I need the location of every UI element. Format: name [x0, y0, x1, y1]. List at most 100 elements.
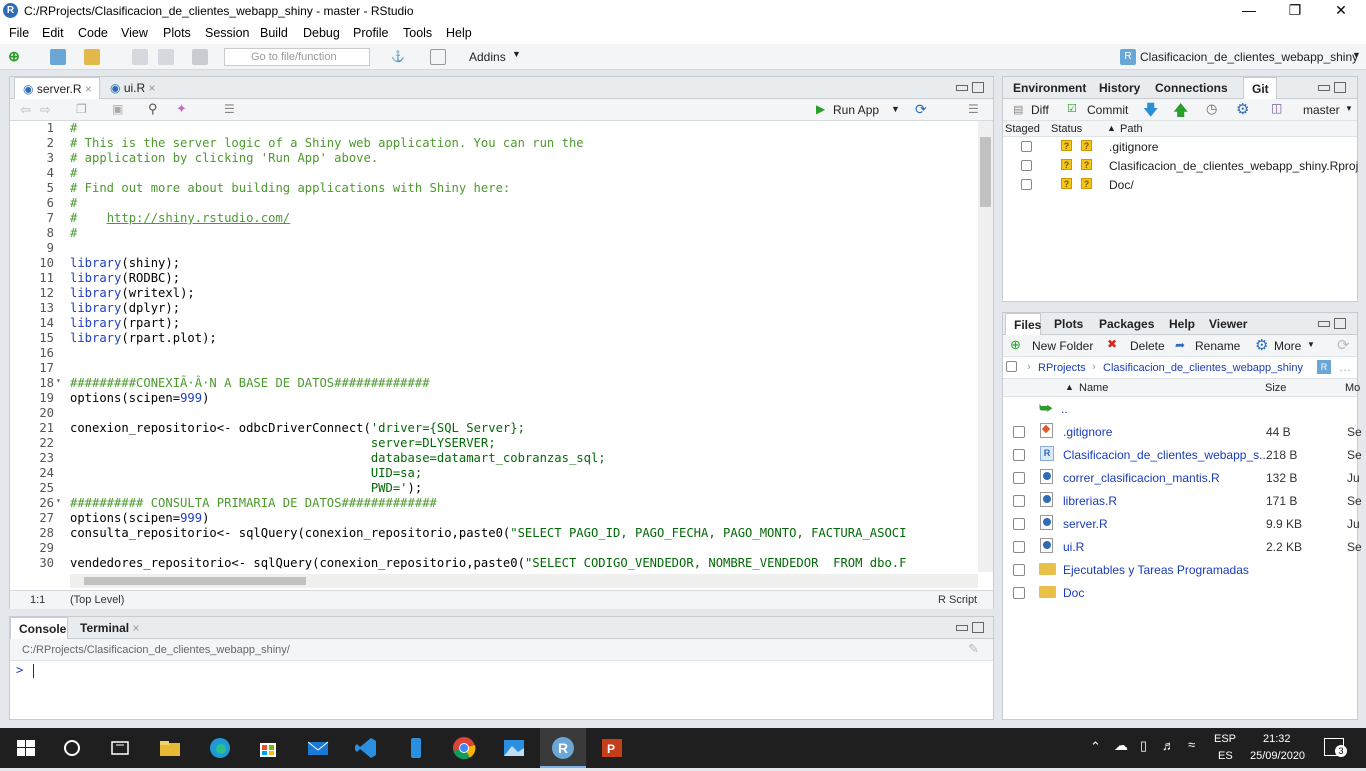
- file-name[interactable]: server.R: [1063, 517, 1108, 531]
- chevron-up-icon[interactable]: ⌃: [1090, 739, 1101, 755]
- maximize-pane-icon[interactable]: [972, 82, 984, 93]
- code-line[interactable]: conexion_repositorio<- odbcDriverConnect…: [70, 421, 525, 435]
- col-modified[interactable]: Mo: [1345, 382, 1360, 394]
- file-name[interactable]: correr_clasificacion_mantis.R: [1063, 471, 1220, 485]
- file-row[interactable]: Ejecutables y Tareas Programadas: [1003, 558, 1366, 581]
- tab-help[interactable]: Help: [1163, 313, 1203, 335]
- tab-git[interactable]: Git: [1243, 77, 1277, 99]
- col-status[interactable]: Status: [1051, 123, 1082, 135]
- clock-date[interactable]: 25/09/2020: [1250, 750, 1305, 762]
- horizontal-scrollbar[interactable]: [70, 574, 978, 588]
- menu-plots[interactable]: Plots: [163, 26, 191, 40]
- maximize-pane-icon[interactable]: [972, 622, 984, 633]
- code-line[interactable]: options(scipen=999): [70, 391, 209, 405]
- fold-icon[interactable]: ▾: [56, 496, 61, 505]
- powerpoint-icon[interactable]: P: [598, 734, 626, 762]
- maximize-pane-icon[interactable]: [1334, 82, 1346, 93]
- code-line[interactable]: options(scipen=999): [70, 511, 209, 525]
- chrome-icon[interactable]: [450, 734, 478, 762]
- code-lines[interactable]: # # This is the server logic of a Shiny w…: [70, 121, 978, 571]
- edge-browser-icon[interactable]: [206, 734, 234, 762]
- staged-checkbox[interactable]: [1021, 141, 1032, 152]
- vcs-icon[interactable]: ⚓: [390, 49, 406, 65]
- menu-code[interactable]: Code: [78, 26, 108, 40]
- file-name[interactable]: Doc: [1063, 586, 1084, 600]
- code-editor[interactable]: 1 2 3 4 5 6 7 8 9 10 11 12 13 14 15 16 17 18 ▾ 19 20 21 22 23 24…: [10, 121, 978, 571]
- task-view-icon[interactable]: [106, 734, 134, 762]
- file-checkbox[interactable]: [1013, 564, 1025, 576]
- select-all-checkbox[interactable]: [1006, 361, 1017, 372]
- breadcrumb-project[interactable]: Clasificacion_de_clientes_webapp_shiny: [1103, 362, 1303, 374]
- tab-environment[interactable]: Environment: [1005, 77, 1086, 99]
- code-line[interactable]: # http://shiny.rstudio.com/: [70, 211, 290, 225]
- code-line[interactable]: # Find out more about building applicati…: [70, 181, 510, 195]
- mail-icon[interactable]: [304, 734, 332, 762]
- col-staged[interactable]: Staged: [1005, 123, 1040, 135]
- more-button[interactable]: More: [1274, 339, 1301, 353]
- store-icon[interactable]: [254, 734, 282, 762]
- close-icon[interactable]: ×: [149, 81, 156, 95]
- clock-time[interactable]: 21:32: [1263, 733, 1291, 745]
- notebook-icon[interactable]: ☰: [224, 102, 235, 116]
- minimize-pane-icon[interactable]: [1318, 321, 1330, 327]
- tab-viewer[interactable]: Viewer: [1203, 313, 1259, 335]
- fold-icon[interactable]: ▾: [56, 376, 61, 385]
- language-primary[interactable]: ESP: [1214, 733, 1236, 745]
- file-name[interactable]: Clasificacion_de_clientes_webapp_s...: [1063, 448, 1269, 462]
- file-row[interactable]: librerias.R 171 B Se: [1003, 489, 1366, 512]
- file-name[interactable]: Ejecutables y Tareas Programadas: [1063, 563, 1249, 577]
- tab-server-r[interactable]: ◉ server.R ×: [14, 77, 100, 99]
- code-line[interactable]: library(rpart.plot);: [70, 331, 217, 345]
- volume-icon[interactable]: ♬: [1162, 738, 1175, 753]
- publish-icon[interactable]: ⟳: [915, 101, 927, 118]
- tab-history[interactable]: History: [1091, 77, 1147, 99]
- minimize-pane-icon[interactable]: [1318, 85, 1330, 91]
- breadcrumb-rprojects[interactable]: RProjects: [1038, 362, 1086, 374]
- col-size[interactable]: Size: [1265, 382, 1286, 394]
- notification-center-icon[interactable]: 3: [1324, 738, 1347, 757]
- code-line[interactable]: library(rpart);: [70, 316, 180, 330]
- code-line[interactable]: #: [70, 196, 77, 210]
- staged-checkbox[interactable]: [1021, 179, 1032, 190]
- branch-selector[interactable]: master: [1303, 103, 1340, 117]
- refresh-icon[interactable]: ⟳: [1337, 336, 1350, 354]
- diff-button[interactable]: Diff: [1031, 103, 1049, 117]
- gear-icon[interactable]: ⚙: [1236, 100, 1249, 118]
- file-checkbox[interactable]: [1013, 426, 1025, 438]
- code-line[interactable]: consulta_repositorio<- sqlQuery(conexion…: [70, 526, 906, 540]
- language-secondary[interactable]: ES: [1218, 750, 1233, 762]
- open-file-icon[interactable]: [84, 49, 100, 65]
- menu-profile[interactable]: Profile: [353, 26, 388, 40]
- file-row[interactable]: .gitignore 44 B Se: [1003, 420, 1366, 443]
- file-row[interactable]: R Clasificacion_de_clientes_webapp_s... 21…: [1003, 443, 1366, 466]
- code-tools-icon[interactable]: ✦: [176, 101, 187, 117]
- file-checkbox[interactable]: [1013, 541, 1025, 553]
- show-in-window-icon[interactable]: ❐: [76, 102, 87, 116]
- more-options-icon[interactable]: …: [1339, 360, 1351, 374]
- minimize-button[interactable]: —: [1226, 0, 1272, 22]
- clear-console-icon[interactable]: ✎: [968, 641, 979, 657]
- scroll-thumb[interactable]: [980, 137, 991, 207]
- code-line[interactable]: library(RODBC);: [70, 271, 180, 285]
- save-icon[interactable]: ▣: [112, 102, 123, 116]
- back-icon[interactable]: ⇦: [20, 102, 31, 118]
- parent-directory-row[interactable]: ⮩ ..: [1003, 397, 1366, 420]
- code-line[interactable]: UID=sa;: [70, 466, 422, 480]
- addins-menu[interactable]: Addins: [469, 50, 506, 64]
- menu-debug[interactable]: Debug: [303, 26, 340, 40]
- code-line[interactable]: library(shiny);: [70, 256, 180, 270]
- photos-icon[interactable]: [500, 734, 528, 762]
- project-name[interactable]: Clasificacion_de_clientes_webapp_shiny: [1140, 50, 1358, 64]
- code-line[interactable]: vendedores_repositorio<- sqlQuery(conexi…: [70, 556, 907, 570]
- tab-terminal[interactable]: Terminal ×: [72, 617, 150, 639]
- forward-icon[interactable]: ⇨: [40, 102, 51, 118]
- file-row[interactable]: correr_clasificacion_mantis.R 132 B Ju: [1003, 466, 1366, 489]
- minimize-pane-icon[interactable]: [956, 625, 968, 631]
- pane-layout-icon[interactable]: [430, 49, 446, 65]
- tab-files[interactable]: Files: [1005, 313, 1041, 335]
- vscode-icon[interactable]: [352, 734, 380, 762]
- file-row[interactable]: Doc: [1003, 581, 1366, 604]
- console-input[interactable]: [32, 663, 987, 713]
- code-line[interactable]: ########## CONSULTA PRIMARIA DE DATOS###…: [70, 496, 437, 510]
- col-name[interactable]: Name: [1079, 382, 1108, 394]
